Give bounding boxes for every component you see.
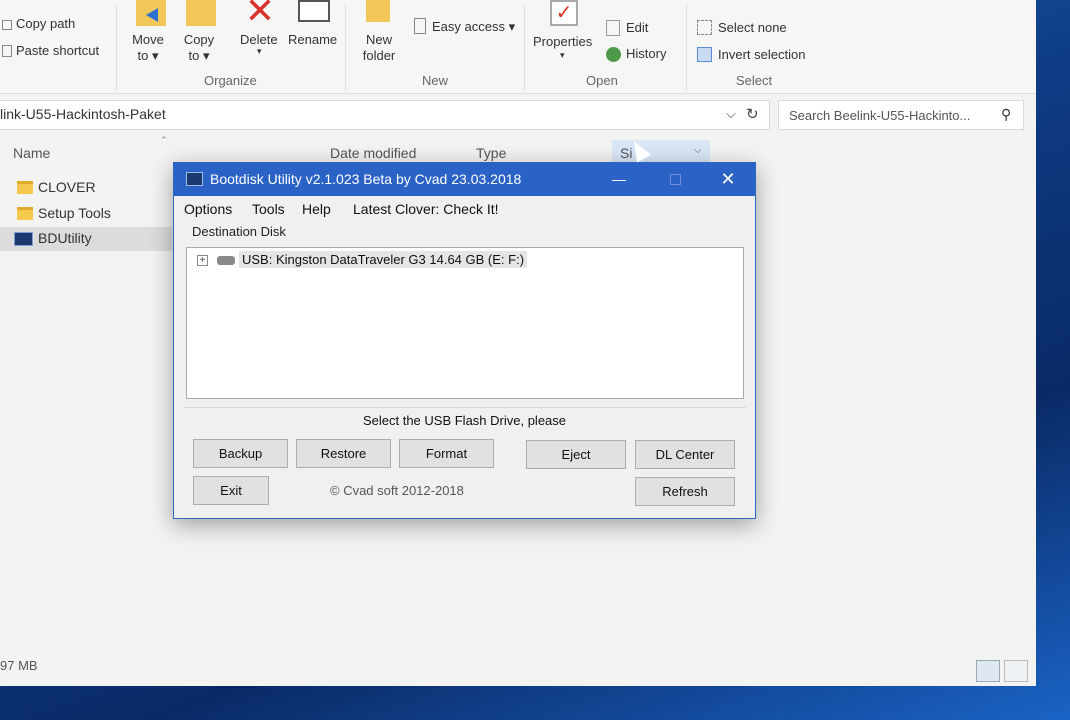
menu-latest-clover[interactable]: Latest Clover: Check It! [353, 201, 499, 217]
refresh-icon[interactable]: ↻ [746, 105, 759, 123]
rename-icon [298, 0, 330, 22]
select-none-icon [697, 20, 712, 35]
dl-center-button[interactable]: DL Center [635, 440, 735, 469]
app-icon [186, 172, 203, 186]
easy-access-button[interactable]: Easy access ▾ [432, 19, 515, 35]
ribbon: Copy path Paste shortcut Move to ▾ Copy … [0, 0, 1036, 94]
delete-button[interactable]: Delete [240, 32, 278, 47]
paste-shortcut-button[interactable]: Paste shortcut [16, 43, 99, 58]
refresh-button[interactable]: Refresh [635, 477, 735, 506]
list-item[interactable]: Setup Tools [0, 202, 172, 226]
list-item-label: CLOVER [38, 179, 96, 195]
large-icons-view-icon[interactable] [1004, 660, 1028, 682]
close-button[interactable]: ✕ [705, 163, 751, 196]
history-icon [606, 47, 621, 62]
usb-drive-icon [217, 256, 235, 265]
backup-button[interactable]: Backup [193, 439, 288, 468]
invert-selection-button[interactable]: Invert selection [718, 47, 805, 62]
dialog-title-bar[interactable]: Bootdisk Utility v2.1.023 Beta by Cvad 2… [174, 163, 755, 196]
paste-shortcut-icon [2, 45, 12, 57]
address-path: link-U55-Hackintosh-Paket [0, 106, 166, 122]
minimize-button[interactable]: — [596, 163, 642, 196]
chevron-down-icon[interactable]: ⌵ [694, 145, 702, 156]
history-button[interactable]: History [626, 46, 666, 61]
destination-disk-tree[interactable]: + USB: Kingston DataTraveler G3 14.64 GB… [186, 247, 744, 399]
restore-button[interactable]: Restore [296, 439, 391, 468]
column-header-type[interactable]: Type [476, 145, 506, 161]
ribbon-divider [345, 4, 346, 90]
delete-dropdown-icon[interactable]: ▾ [257, 46, 262, 57]
folder-icon [17, 207, 33, 220]
copyright-text: © Cvad soft 2012-2018 [330, 483, 464, 498]
properties-dropdown-icon[interactable]: ▾ [560, 50, 565, 61]
ribbon-divider [686, 4, 687, 90]
eject-button[interactable]: Eject [526, 440, 626, 469]
new-folder-icon [366, 0, 390, 22]
copy-path-icon [2, 20, 12, 30]
dialog-menu-bar: Options Tools Help Latest Clover: Check … [174, 197, 755, 221]
list-item[interactable]: BDUtility [0, 227, 172, 251]
column-header-date[interactable]: Date modified [330, 145, 416, 161]
chevron-down-icon[interactable]: ⌵ [726, 106, 736, 122]
divider [184, 407, 746, 408]
list-item-label: Setup Tools [38, 205, 111, 221]
dialog-title: Bootdisk Utility v2.1.023 Beta by Cvad 2… [210, 171, 522, 187]
copy-to-button[interactable]: Copy to ▾ [181, 32, 217, 64]
properties-button[interactable]: Properties [533, 34, 592, 49]
menu-help[interactable]: Help [302, 201, 331, 217]
search-box[interactable]: Search Beelink-U55-Hackinto... ⚲ [778, 100, 1024, 130]
usb-drive-item[interactable]: USB: Kingston DataTraveler G3 14.64 GB (… [239, 251, 528, 268]
new-folder-button[interactable]: New folder [358, 32, 400, 64]
invert-selection-icon [697, 47, 712, 62]
search-icon[interactable]: ⚲ [1001, 106, 1011, 123]
menu-options[interactable]: Options [184, 201, 232, 217]
destination-disk-label: Destination Disk [192, 224, 286, 239]
open-group-label: Open [586, 73, 618, 88]
select-group-label: Select [736, 73, 773, 88]
application-icon [14, 232, 33, 246]
move-to-button[interactable]: Move to ▾ [130, 32, 166, 64]
select-none-button[interactable]: Select none [718, 20, 787, 35]
dialog-status-text: Select the USB Flash Drive, please [362, 413, 567, 428]
edit-icon [606, 20, 620, 36]
sort-caret-icon: ⌃ [160, 135, 168, 145]
edit-button[interactable]: Edit [626, 20, 648, 35]
properties-icon: ✓ [550, 0, 578, 26]
maximize-icon [652, 163, 698, 196]
folder-icon [17, 181, 33, 194]
address-bar[interactable]: link-U55-Hackintosh-Paket ⌵ ↻ [0, 100, 770, 130]
ribbon-divider [116, 4, 117, 90]
search-placeholder: Search Beelink-U55-Hackinto... [789, 108, 971, 123]
expand-icon[interactable]: + [197, 255, 208, 266]
column-header-name[interactable]: Name [13, 145, 50, 161]
details-view-icon[interactable] [976, 660, 1000, 682]
status-bar-text: 97 MB [0, 658, 38, 673]
new-group-label: New [422, 73, 449, 88]
ribbon-divider [524, 4, 525, 90]
copy-to-icon [186, 0, 216, 26]
easy-access-icon [414, 18, 426, 34]
move-arrow-icon [146, 8, 158, 22]
delete-icon: ✕ [244, 0, 276, 31]
exit-button[interactable]: Exit [193, 476, 269, 505]
rename-button[interactable]: Rename [288, 32, 337, 47]
menu-tools[interactable]: Tools [252, 201, 285, 217]
format-button[interactable]: Format [399, 439, 494, 468]
copy-path-button[interactable]: Copy path [16, 16, 75, 31]
bootdisk-utility-dialog: Bootdisk Utility v2.1.023 Beta by Cvad 2… [173, 162, 756, 519]
list-item[interactable]: CLOVER [0, 176, 172, 200]
organize-group-label: Organize [204, 73, 257, 88]
list-item-label: BDUtility [38, 230, 92, 246]
